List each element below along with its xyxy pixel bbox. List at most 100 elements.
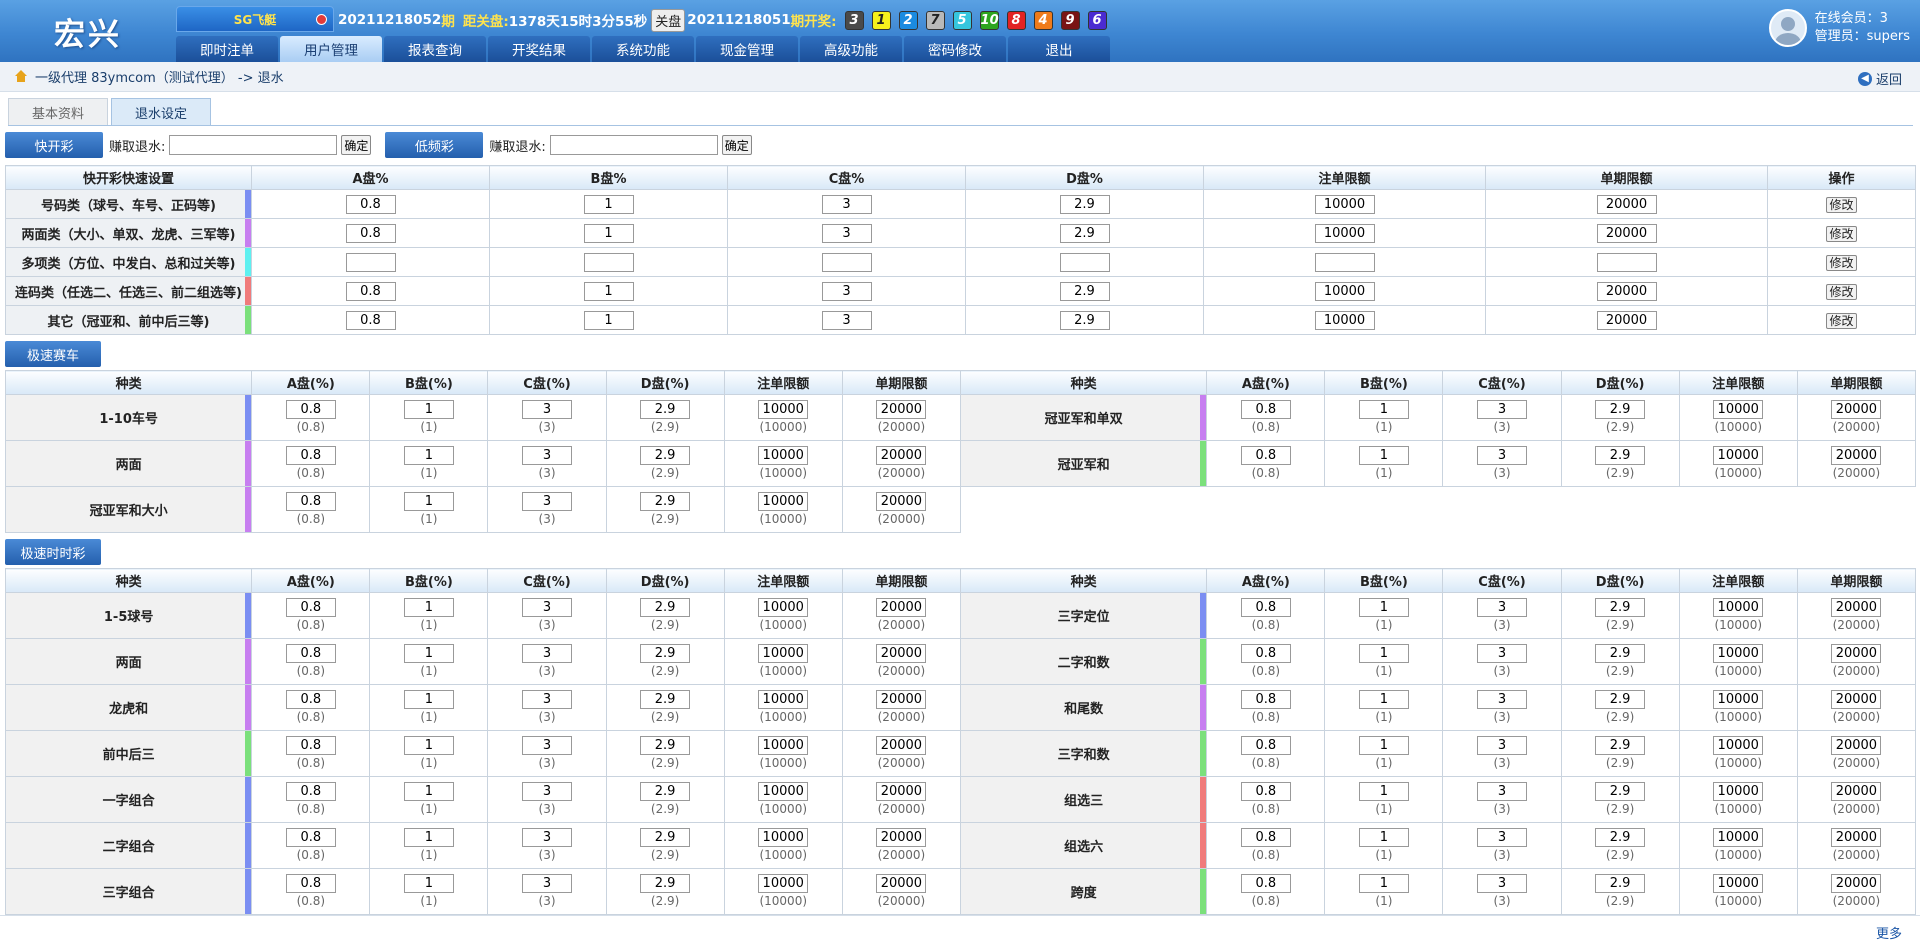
rebate-input[interactable]	[522, 491, 573, 511]
rebate-input[interactable]	[640, 781, 691, 801]
rebate-input[interactable]	[522, 597, 573, 617]
edit-button[interactable]: 修改	[1826, 312, 1857, 329]
rebate-input[interactable]	[1240, 445, 1291, 465]
rebate-input[interactable]	[345, 281, 396, 301]
rebate-input[interactable]	[522, 735, 573, 755]
rebate-input[interactable]	[758, 735, 809, 755]
rebate-input[interactable]	[876, 399, 927, 419]
rebate-input[interactable]	[403, 597, 454, 617]
rebate-input[interactable]	[285, 491, 336, 511]
rebate-input[interactable]	[583, 194, 634, 214]
rebate-input[interactable]	[1358, 445, 1409, 465]
rebate-input[interactable]	[285, 735, 336, 755]
rebate-input[interactable]	[1831, 689, 1882, 709]
rebate-input[interactable]	[640, 689, 691, 709]
rebate-input[interactable]	[583, 281, 634, 301]
rebate-input[interactable]	[285, 445, 336, 465]
section-speed-ssc[interactable]: 极速时时彩	[5, 539, 101, 565]
rebate-input[interactable]	[1596, 281, 1657, 301]
rebate-input[interactable]	[403, 873, 454, 893]
rebate-input[interactable]	[821, 223, 872, 243]
rebate-input[interactable]	[583, 223, 634, 243]
rebate-input[interactable]	[1595, 873, 1646, 893]
rebate-input[interactable]	[640, 597, 691, 617]
tab-basic-info[interactable]: 基本资料	[8, 98, 108, 126]
rebate-input[interactable]	[1358, 399, 1409, 419]
rebate-input[interactable]	[285, 399, 336, 419]
rebate-input[interactable]	[1314, 310, 1375, 330]
rebate-input[interactable]	[876, 827, 927, 847]
rebate-input[interactable]	[876, 643, 927, 663]
rebate-input[interactable]	[640, 491, 691, 511]
rebate-input[interactable]	[522, 781, 573, 801]
rebate-input[interactable]	[1477, 445, 1528, 465]
ssc-scroll-area[interactable]: 种类A盘(%)B盘(%)C盘(%)D盘(%)注单限额单期限额1-5球号(0.8)…	[0, 568, 1920, 915]
rebate-input[interactable]	[403, 735, 454, 755]
rebate-input[interactable]	[640, 827, 691, 847]
edit-button[interactable]: 修改	[1826, 196, 1857, 213]
rebate-input[interactable]	[1240, 399, 1291, 419]
rebate-input[interactable]	[522, 689, 573, 709]
rebate-input[interactable]	[758, 643, 809, 663]
rebate-input[interactable]	[522, 399, 573, 419]
rebate-input[interactable]	[876, 781, 927, 801]
rebate-input[interactable]	[640, 735, 691, 755]
rebate-input[interactable]	[1477, 689, 1528, 709]
rebate-input[interactable]	[522, 827, 573, 847]
rebate-input[interactable]	[876, 491, 927, 511]
rebate-input[interactable]	[1059, 281, 1110, 301]
game-selector[interactable]: SG飞艇	[176, 6, 334, 32]
rebate-input[interactable]	[1713, 735, 1764, 755]
rebate-input[interactable]	[758, 827, 809, 847]
rebate-input[interactable]	[1831, 643, 1882, 663]
rebate-input[interactable]	[1713, 873, 1764, 893]
rebate-input[interactable]	[1595, 445, 1646, 465]
rebate-input[interactable]	[758, 781, 809, 801]
rebate-input[interactable]	[583, 252, 634, 272]
rebate-input[interactable]	[522, 445, 573, 465]
rebate-input[interactable]	[1713, 781, 1764, 801]
rebate-input[interactable]	[1059, 194, 1110, 214]
rebate-input[interactable]	[1240, 781, 1291, 801]
rebate-input[interactable]	[1595, 781, 1646, 801]
rebate-input[interactable]	[1358, 827, 1409, 847]
rebate-input[interactable]	[403, 781, 454, 801]
rebate-input[interactable]	[1595, 735, 1646, 755]
rebate-input[interactable]	[285, 781, 336, 801]
rebate-input[interactable]	[1831, 445, 1882, 465]
rebate-input[interactable]	[1240, 827, 1291, 847]
rebate-input[interactable]	[1595, 399, 1646, 419]
rebate-input[interactable]	[1713, 597, 1764, 617]
rebate-input[interactable]	[1314, 223, 1375, 243]
rebate-input[interactable]	[876, 445, 927, 465]
rebate-input[interactable]	[522, 643, 573, 663]
rebate-input[interactable]	[1477, 873, 1528, 893]
rebate-input[interactable]	[821, 252, 872, 272]
rebate-input[interactable]	[1596, 310, 1657, 330]
rebate-input[interactable]	[1477, 827, 1528, 847]
nav-item[interactable]: 用户管理	[280, 36, 382, 62]
rebate-input[interactable]	[1059, 223, 1110, 243]
rebate-input[interactable]	[640, 399, 691, 419]
rebate-input[interactable]	[1314, 281, 1375, 301]
rebate-input[interactable]	[1595, 689, 1646, 709]
rebate-input[interactable]	[758, 445, 809, 465]
rebate-input[interactable]	[1240, 735, 1291, 755]
nav-item[interactable]: 即时注单	[176, 36, 278, 62]
rebate-input[interactable]	[1831, 781, 1882, 801]
rebate-input[interactable]	[1358, 873, 1409, 893]
more-link[interactable]: 更多	[1876, 923, 1902, 942]
rebate-input[interactable]	[821, 194, 872, 214]
rebate-input[interactable]	[1358, 735, 1409, 755]
rebate-input[interactable]	[1831, 399, 1882, 419]
rebate-input[interactable]	[1831, 873, 1882, 893]
rebate-input[interactable]	[1240, 597, 1291, 617]
rebate-input[interactable]	[285, 689, 336, 709]
rebate-input[interactable]	[285, 597, 336, 617]
nav-item[interactable]: 系统功能	[592, 36, 694, 62]
rebate-input[interactable]	[583, 310, 634, 330]
rebate-input[interactable]	[1477, 597, 1528, 617]
rebate-input[interactable]	[876, 689, 927, 709]
rebate-input[interactable]	[1059, 252, 1110, 272]
rebate-input[interactable]	[640, 873, 691, 893]
